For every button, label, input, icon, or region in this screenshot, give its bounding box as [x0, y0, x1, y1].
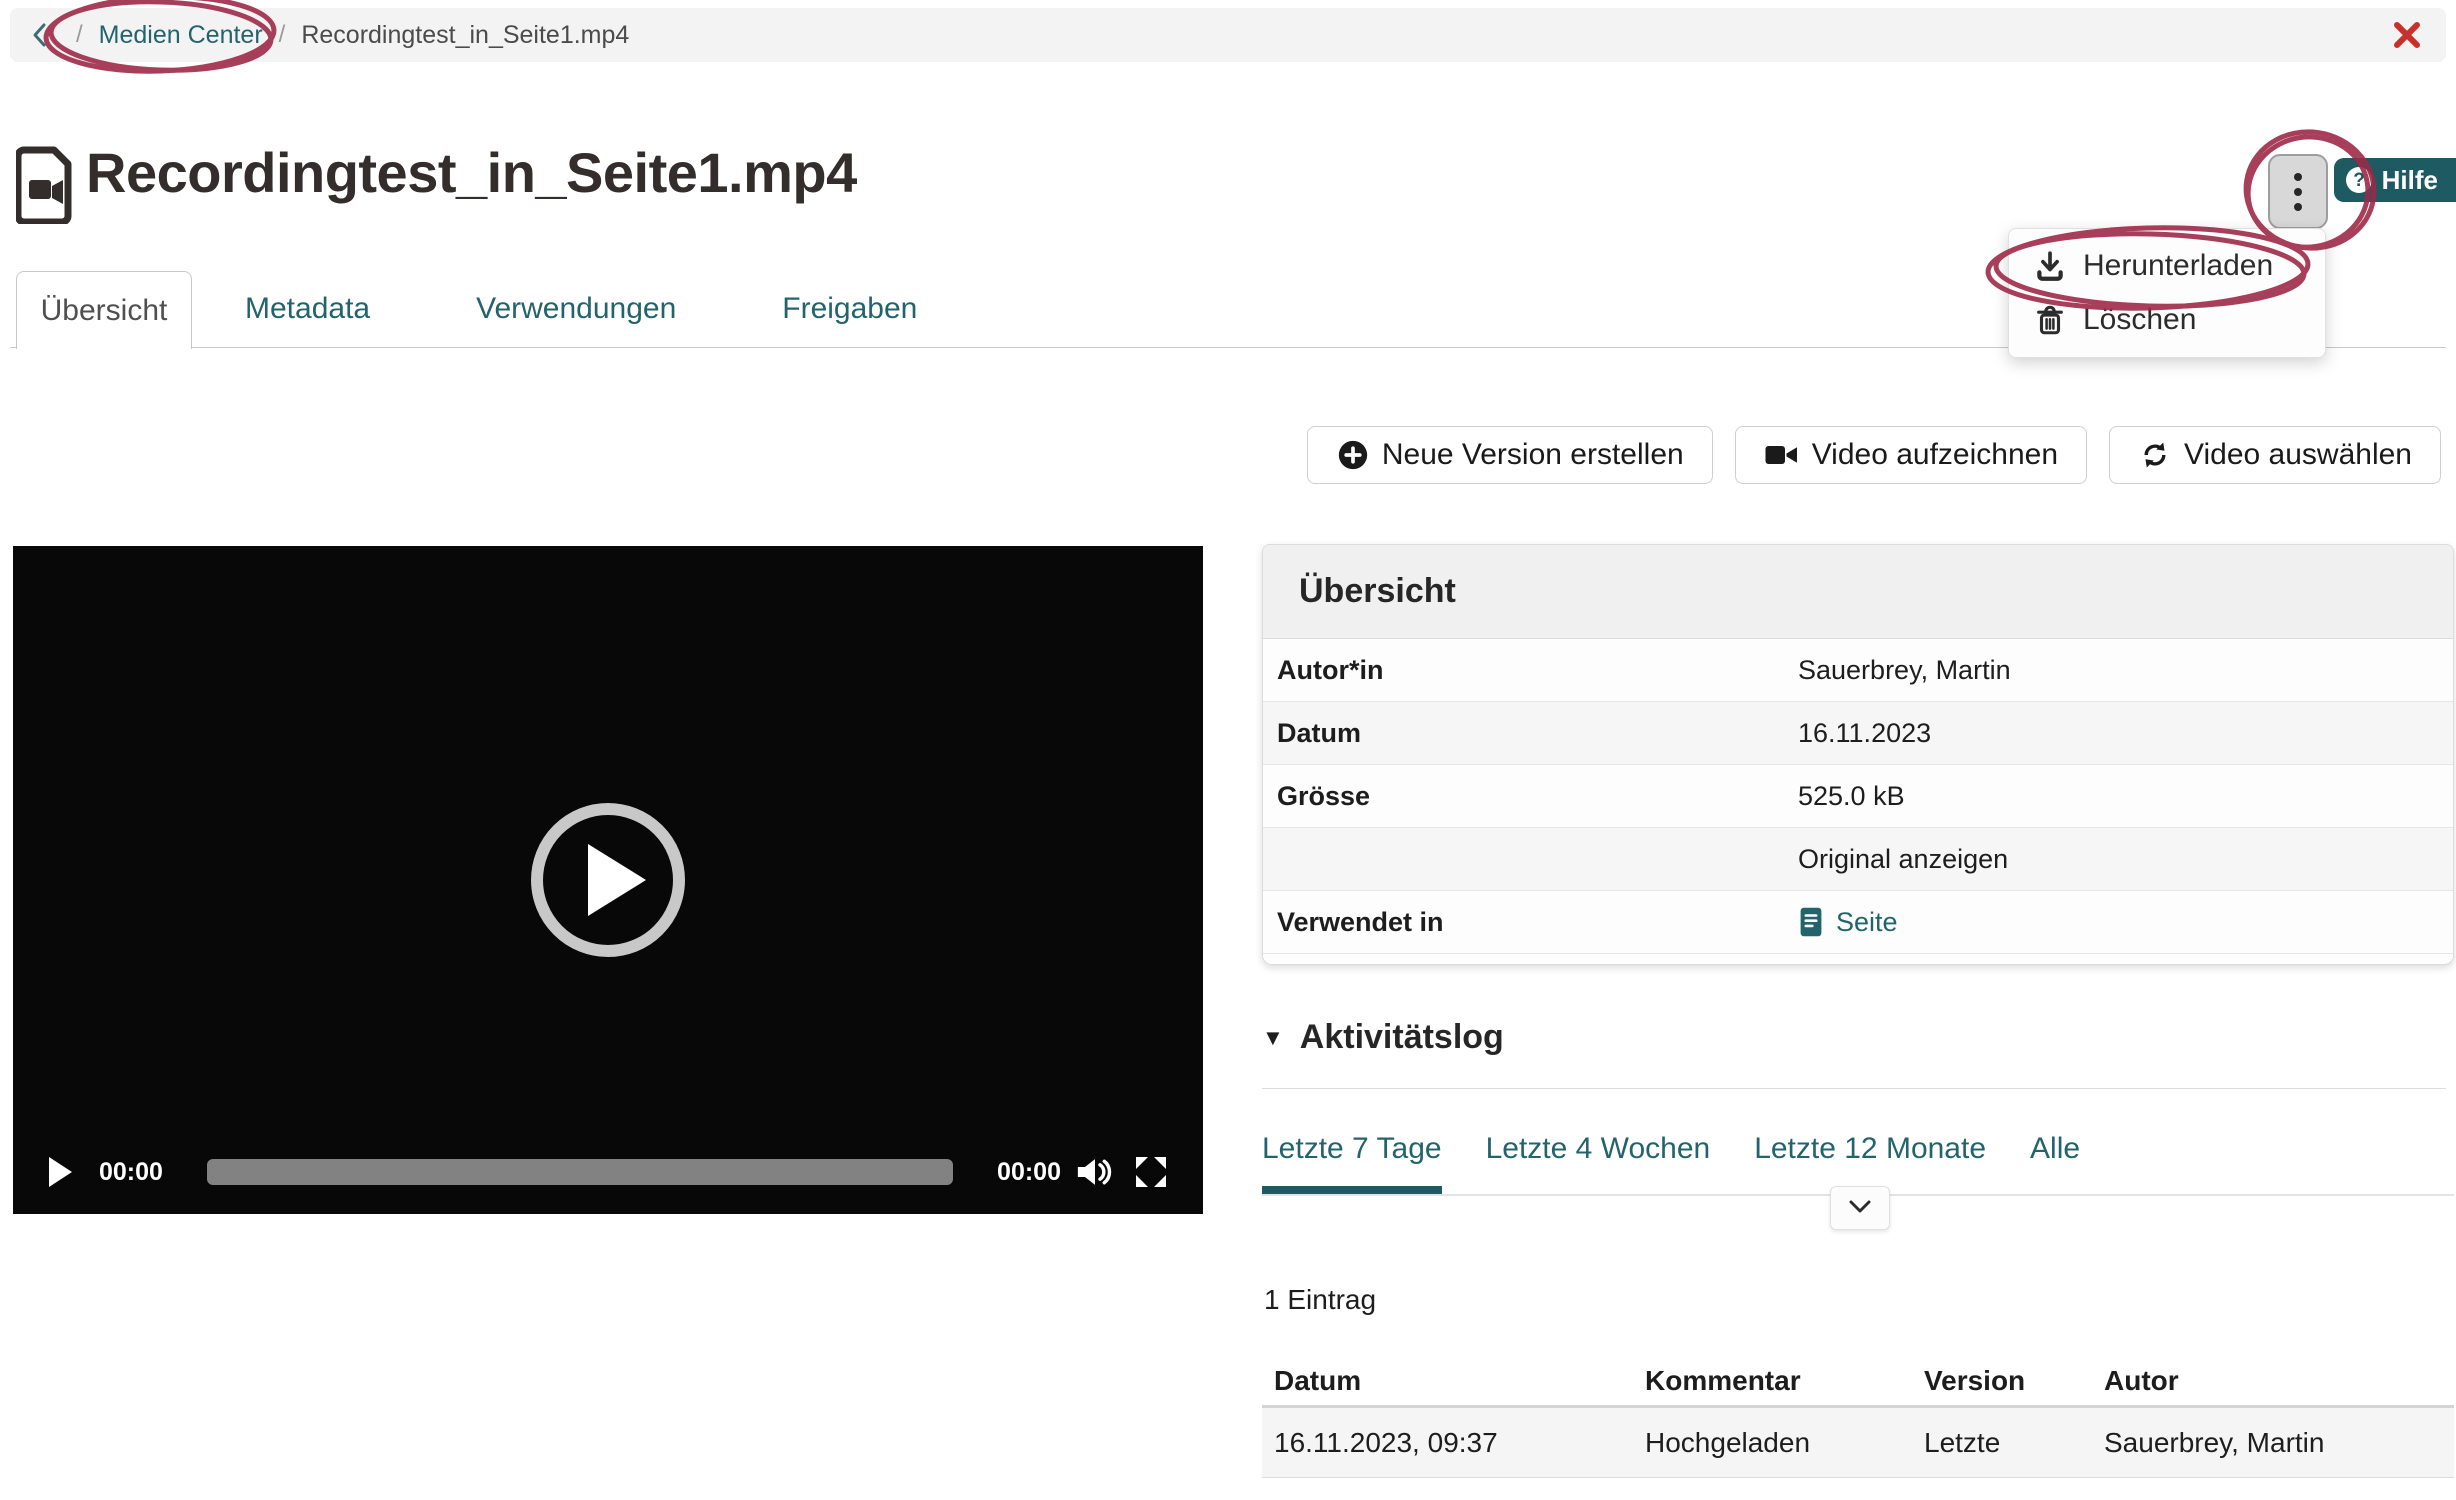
activity-divider [1262, 1088, 2446, 1089]
fullscreen-icon [1133, 1154, 1169, 1190]
cell-kommentar: Hochgeladen [1645, 1427, 1924, 1459]
page-title: Recordingtest_in_Seite1.mp4 [86, 140, 857, 205]
activity-table-header: Datum Kommentar Version Autor [1262, 1356, 2454, 1408]
video-file-icon [16, 146, 76, 229]
original-anzeigen-link[interactable]: Original anzeigen [1798, 844, 2439, 875]
new-version-button[interactable]: Neue Version erstellen [1307, 426, 1713, 484]
expand-button[interactable] [1830, 1186, 1890, 1230]
breadcrumb-separator: / [279, 21, 286, 49]
breadcrumb: / Medien Center / Recordingtest_in_Seite… [10, 8, 2446, 62]
chevron-down-icon [1846, 1198, 1874, 1218]
tab-metadata[interactable]: Metadata [192, 271, 423, 347]
table-row: 16.11.2023, 09:37 Hochgeladen Letzte Sau… [1262, 1408, 2454, 1478]
seite-link[interactable]: Seite [1798, 906, 2439, 938]
help-button[interactable]: ? Hilfe [2334, 158, 2456, 202]
row-label: Verwendet in [1277, 907, 1798, 938]
current-time: 00:00 [99, 1158, 179, 1187]
row-value: Sauerbrey, Martin [1798, 655, 2439, 686]
big-play-button[interactable] [525, 797, 691, 963]
kebab-menu-button[interactable] [2268, 154, 2328, 229]
download-icon [2033, 249, 2067, 283]
kebab-dot [2294, 203, 2302, 211]
menu-item-label: Löschen [2083, 303, 2196, 337]
volume-button[interactable] [1075, 1154, 1115, 1190]
button-label: Neue Version erstellen [1382, 438, 1684, 472]
play-icon [47, 1156, 73, 1188]
back-button[interactable] [26, 20, 56, 50]
kebab-dot [2294, 173, 2302, 181]
overview-panel: Übersicht Autor*in Sauerbrey, Martin Dat… [1262, 544, 2454, 965]
menu-item-label: Herunterladen [2083, 249, 2273, 283]
volume-icon [1075, 1154, 1115, 1190]
tab-uebersicht[interactable]: Übersicht [16, 271, 192, 349]
button-label: Video aufzeichnen [1812, 438, 2058, 472]
overview-row-original: Original anzeigen [1263, 828, 2453, 891]
chevron-left-icon [26, 21, 54, 49]
entry-count: 1 Eintrag [1264, 1284, 1376, 1316]
collapse-triangle-icon: ▼ [1262, 1025, 1284, 1051]
record-video-button[interactable]: Video aufzeichnen [1735, 426, 2087, 484]
svg-text:?: ? [2353, 170, 2365, 191]
video-player: 00:00 00:00 [13, 546, 1203, 1214]
button-label: Video auswählen [2184, 438, 2412, 472]
kebab-dropdown-menu: Herunterladen Löschen [2008, 228, 2326, 358]
column-header-autor: Autor [2104, 1365, 2442, 1397]
activity-log-title: Aktivitätslog [1300, 1018, 1504, 1057]
trash-icon [2033, 303, 2067, 337]
row-label: Datum [1277, 718, 1798, 749]
row-value: 525.0 kB [1798, 781, 2439, 812]
seek-bar[interactable] [207, 1159, 953, 1185]
close-button[interactable] [2390, 18, 2424, 52]
filter-alle[interactable]: Alle [2030, 1132, 2080, 1195]
close-icon [2390, 18, 2424, 52]
filter-letzte-4-wochen[interactable]: Letzte 4 Wochen [1486, 1132, 1711, 1195]
breadcrumb-current: Recordingtest_in_Seite1.mp4 [301, 21, 629, 50]
player-controls: 00:00 00:00 [13, 1146, 1203, 1198]
column-header-version: Version [1924, 1365, 2104, 1397]
plus-circle-icon [1336, 438, 1370, 472]
total-time: 00:00 [981, 1158, 1061, 1187]
action-buttons: Neue Version erstellen Video aufzeichnen… [1307, 426, 2441, 484]
overview-row-groesse: Grösse 525.0 kB [1263, 765, 2453, 828]
overview-row-verwendet: Verwendet in Seite [1263, 891, 2453, 954]
videocam-icon [1764, 440, 1800, 470]
menu-item-herunterladen[interactable]: Herunterladen [2009, 239, 2325, 293]
fullscreen-button[interactable] [1133, 1154, 1169, 1190]
help-label: Hilfe [2382, 165, 2438, 196]
column-header-datum: Datum [1274, 1365, 1645, 1397]
question-circle-icon: ? [2344, 165, 2374, 195]
tab-freigaben[interactable]: Freigaben [729, 271, 970, 347]
menu-item-loeschen[interactable]: Löschen [2009, 293, 2325, 347]
row-label: Grösse [1277, 781, 1798, 812]
play-button[interactable] [47, 1156, 73, 1188]
kebab-dot [2294, 188, 2302, 196]
cell-version: Letzte [1924, 1427, 2104, 1459]
row-label: Autor*in [1277, 655, 1798, 686]
row-value: 16.11.2023 [1798, 718, 2439, 749]
overview-panel-title: Übersicht [1263, 545, 2453, 639]
choose-video-button[interactable]: Video auswählen [2109, 426, 2441, 484]
overview-row-datum: Datum 16.11.2023 [1263, 702, 2453, 765]
breadcrumb-separator: / [76, 21, 83, 49]
cell-datum: 16.11.2023, 09:37 [1274, 1427, 1645, 1459]
page-icon [1798, 906, 1824, 938]
breadcrumb-link-medien-center[interactable]: Medien Center [99, 21, 263, 50]
tab-verwendungen[interactable]: Verwendungen [423, 271, 729, 347]
link-label: Seite [1836, 907, 1898, 938]
refresh-icon [2138, 438, 2172, 472]
activity-table: Datum Kommentar Version Autor 16.11.2023… [1262, 1356, 2454, 1478]
cell-autor: Sauerbrey, Martin [2104, 1427, 2442, 1459]
overview-row-autor: Autor*in Sauerbrey, Martin [1263, 639, 2453, 702]
activity-filters: Letzte 7 Tage Letzte 4 Wochen Letzte 12 … [1262, 1132, 2080, 1195]
filter-letzte-7-tage[interactable]: Letzte 7 Tage [1262, 1132, 1442, 1195]
column-header-kommentar: Kommentar [1645, 1365, 1924, 1397]
activity-log-toggle[interactable]: ▼ Aktivitätslog [1262, 1018, 1504, 1057]
